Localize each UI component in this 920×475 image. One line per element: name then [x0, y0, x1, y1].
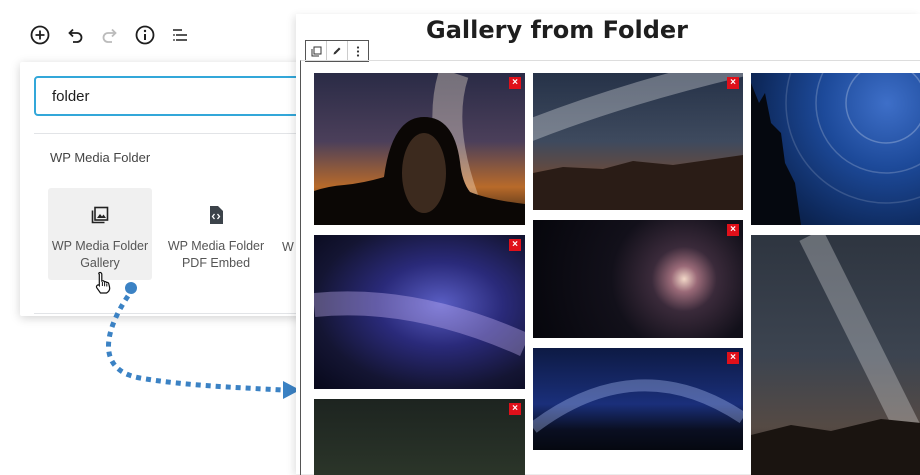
delete-image-icon[interactable]: ×: [727, 77, 739, 89]
more-options-icon[interactable]: [348, 41, 368, 61]
gallery-icon: [90, 204, 110, 226]
delete-image-icon[interactable]: ×: [727, 224, 739, 236]
block-label-line1: WP Media Folder: [51, 239, 149, 253]
gallery-block[interactable]: × × × × × ×: [300, 60, 920, 475]
hand-pointer-icon: [94, 271, 112, 300]
gallery-image[interactable]: ×: [314, 399, 525, 475]
info-icon[interactable]: [133, 23, 157, 47]
editor-toolbar: [0, 0, 300, 62]
gallery-image[interactable]: ×: [314, 235, 525, 389]
wp-media-folder-gallery-block[interactable]: WP Media Folder Gallery: [48, 188, 152, 280]
list-view-icon[interactable]: [168, 23, 192, 47]
gallery-image[interactable]: ×: [533, 220, 743, 338]
block-toolbar: [305, 40, 369, 62]
block-search-input[interactable]: folder: [34, 76, 310, 116]
gallery-image[interactable]: ×: [533, 73, 743, 210]
pdf-embed-icon: [208, 204, 224, 226]
block-label-line2: Gallery: [80, 256, 120, 270]
edit-pencil-icon[interactable]: [327, 41, 348, 61]
divider: [34, 133, 310, 134]
delete-image-icon[interactable]: ×: [509, 403, 521, 415]
add-block-icon[interactable]: [28, 23, 52, 47]
delete-image-icon[interactable]: ×: [509, 77, 521, 89]
search-value: folder: [52, 87, 90, 105]
block-inserter-panel: folder WP Media Folder WP Media Folder G…: [20, 62, 310, 316]
undo-icon[interactable]: [63, 23, 87, 47]
block-label-line2: PDF Embed: [181, 256, 251, 270]
block-label-line1: WP Media Folder: [167, 239, 265, 253]
gallery-image[interactable]: [751, 235, 920, 475]
partial-block-label[interactable]: W: [282, 240, 294, 254]
category-heading: WP Media Folder: [50, 150, 151, 165]
gallery-block-icon[interactable]: [306, 41, 327, 61]
gallery-image[interactable]: ×: [314, 73, 525, 225]
page-title[interactable]: Gallery from Folder: [296, 16, 920, 44]
editor-canvas: Gallery from Folder × × × × × ×: [296, 14, 920, 475]
delete-image-icon[interactable]: ×: [727, 352, 739, 364]
redo-icon[interactable]: [98, 23, 122, 47]
divider: [34, 313, 310, 314]
wp-media-folder-pdf-embed-block[interactable]: WP Media Folder PDF Embed: [164, 188, 268, 280]
delete-image-icon[interactable]: ×: [509, 239, 521, 251]
gallery-image[interactable]: [751, 73, 920, 225]
gallery-image[interactable]: ×: [533, 348, 743, 450]
